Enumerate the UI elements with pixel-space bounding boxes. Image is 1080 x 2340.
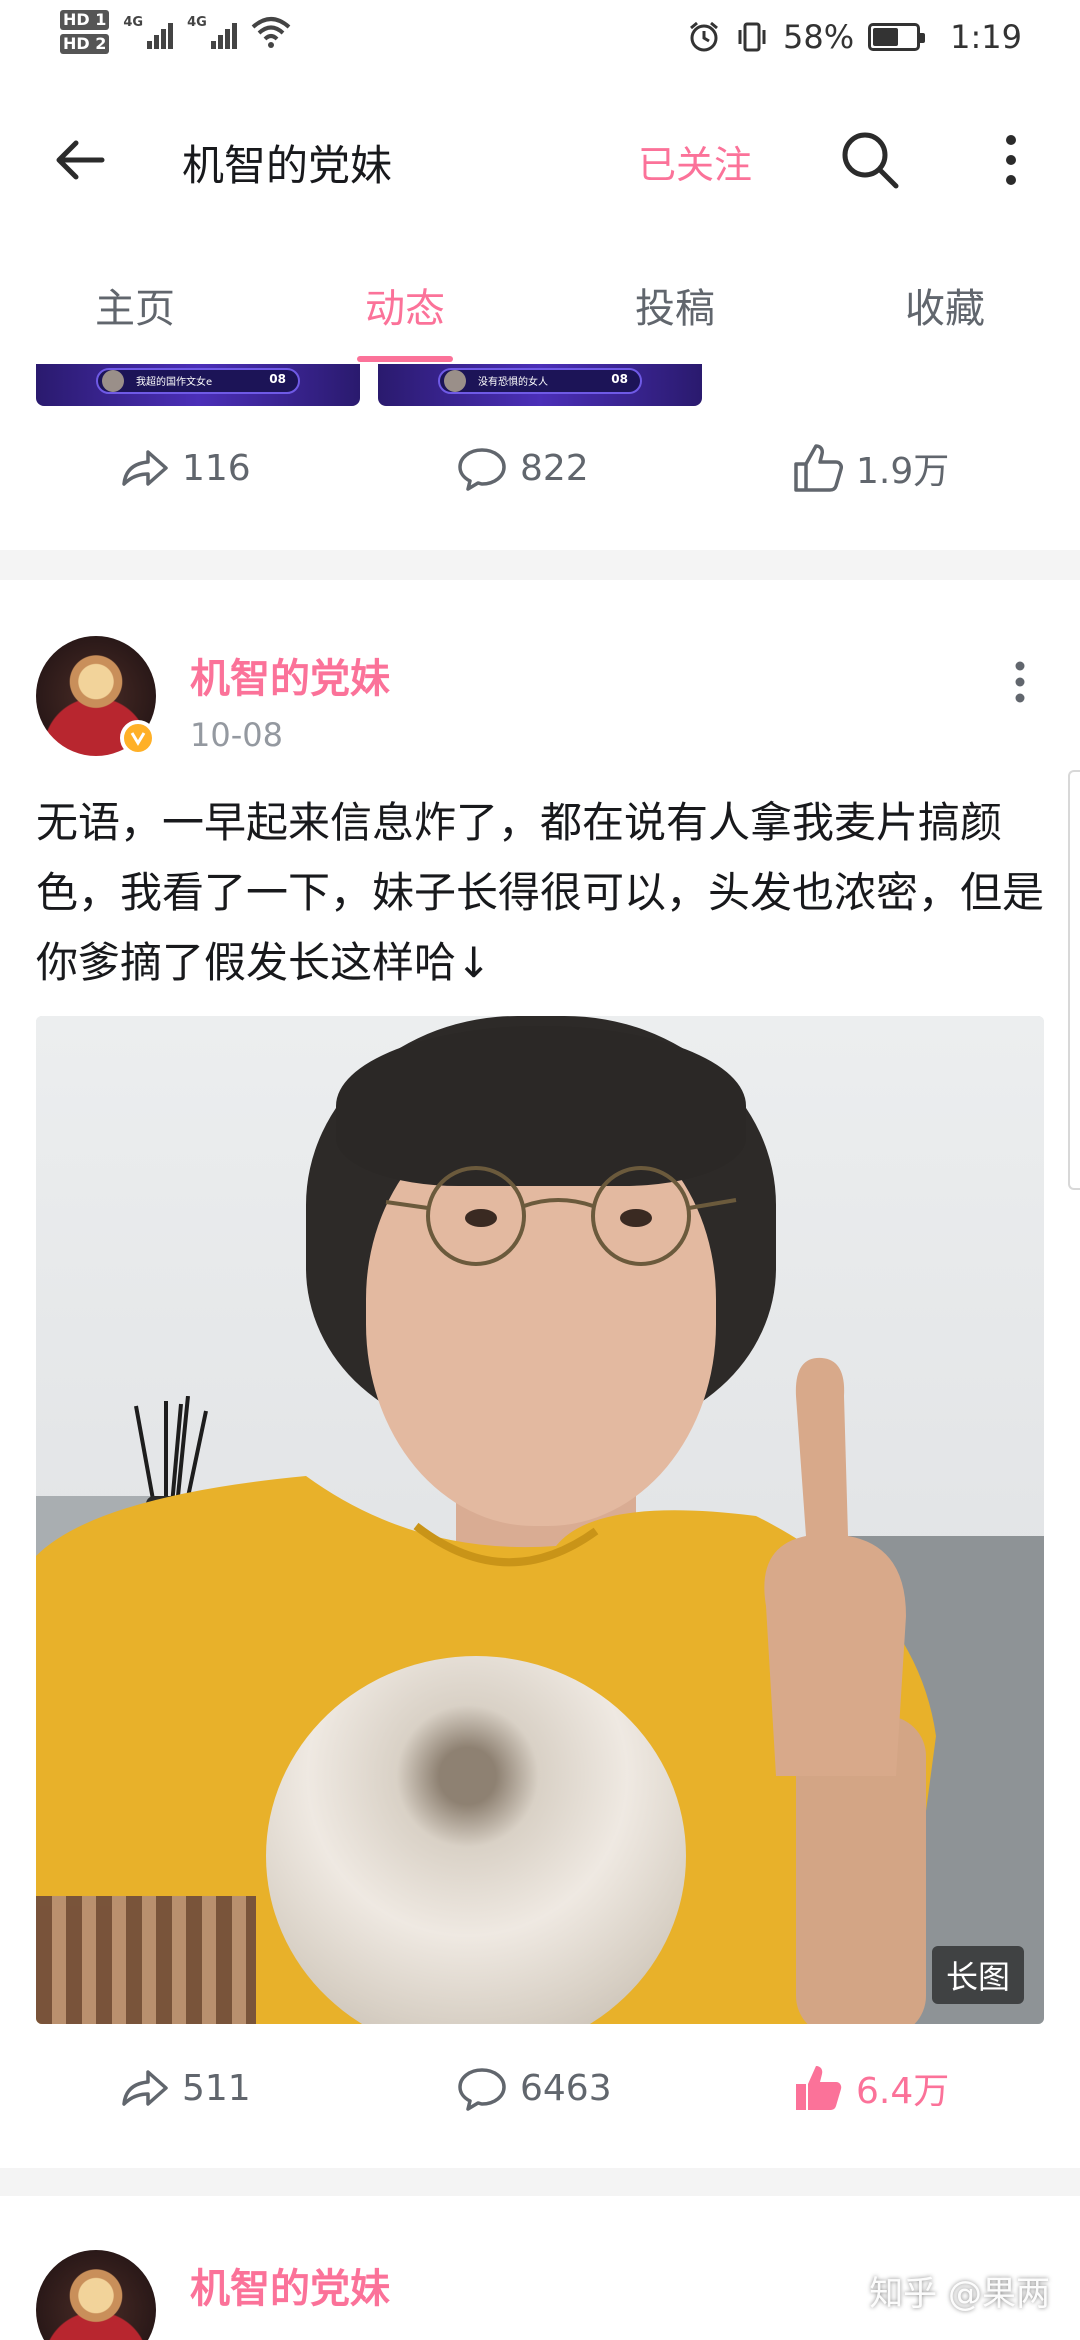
comment-button[interactable]: 822 <box>454 440 589 496</box>
scrollbar[interactable] <box>1068 770 1080 1190</box>
long-image-badge: 长图 <box>931 1946 1024 2004</box>
network-type-2: 4G <box>187 15 207 30</box>
thumb-number: 08 <box>611 372 628 386</box>
watermark: 知乎 @果两 <box>869 2274 1050 2314</box>
previous-post-images: 我超的国作文女e 08 没有恐惧的女人 08 <box>36 364 1080 1808</box>
comment-icon <box>458 2068 506 2111</box>
forward-button[interactable]: 511 <box>116 2060 251 2116</box>
wifi-icon <box>251 17 291 48</box>
like-button[interactable]: 1.9万 <box>790 440 949 496</box>
hd-indicator: HD 1 HD 2 <box>60 10 110 54</box>
more-options-icon[interactable] <box>996 130 1026 190</box>
battery-icon <box>868 23 926 51</box>
page-title: 机智的党妹 <box>182 141 393 190</box>
tab-dynamics[interactable]: 动态 <box>270 240 540 364</box>
thumb-number: 08 <box>269 372 286 386</box>
status-bar: HD 1 HD 2 4G 4G 58% 1:19 <box>0 0 1080 80</box>
thumbs-up-icon <box>794 444 843 492</box>
network-type-1: 4G <box>123 15 144 30</box>
tab-favorites[interactable]: 收藏 <box>810 240 1080 364</box>
like-count: 1.9万 <box>856 451 950 492</box>
battery-level <box>873 28 898 46</box>
vibrate-icon <box>738 22 766 52</box>
hd1-label: HD 1 <box>60 10 110 30</box>
post-actions: 511 6463 6.4万 <box>0 2060 1080 2140</box>
like-button[interactable]: 6.4万 <box>790 2060 949 2116</box>
hd2-label: HD 2 <box>60 34 110 54</box>
battery-percent: 58% <box>783 18 855 56</box>
comment-count: 6463 <box>520 2067 612 2109</box>
alarm-icon <box>690 21 718 52</box>
search-icon[interactable] <box>838 128 902 192</box>
share-arrow-icon <box>122 2070 168 2106</box>
like-count: 6.4万 <box>856 2071 950 2112</box>
tab-posts[interactable]: 投稿 <box>540 240 810 364</box>
top-bar: 机智的党妹 已关注 <box>0 80 1080 240</box>
post-date: 10-08 <box>190 716 283 754</box>
post-card[interactable]: 机智的党妹 10-08 无语，一早起来信息炸了，都在说有人拿我麦片搞颜色，我看了… <box>0 580 1080 2168</box>
forward-count: 511 <box>182 2067 251 2109</box>
verified-badge-icon <box>120 720 156 756</box>
author-name[interactable]: 机智的党妹 <box>190 646 390 704</box>
status-left: HD 1 HD 2 4G 4G <box>60 10 291 54</box>
comment-button[interactable]: 6463 <box>454 2060 612 2116</box>
post-image-thumb[interactable]: 我超的国作文女e 08 <box>36 364 360 406</box>
follow-button[interactable]: 已关注 <box>638 134 752 189</box>
back-arrow-icon[interactable] <box>50 130 110 190</box>
comment-count: 822 <box>520 447 589 489</box>
forward-count: 116 <box>182 447 251 489</box>
thumbs-up-filled-icon <box>796 2066 842 2110</box>
clock: 1:19 <box>950 18 1022 56</box>
previous-post-actions: 116 822 1.9万 <box>0 440 1080 520</box>
post-image[interactable]: 长图 <box>36 1016 1044 2024</box>
post-text: 无语，一早起来信息炸了，都在说有人拿我麦片搞颜色，我看了一下，妹子长得很可以，头… <box>36 798 1045 987</box>
signal-1-icon: 4G <box>123 15 174 49</box>
avatar[interactable] <box>36 2250 156 2340</box>
thumb-caption: 没有恐惧的女人 <box>478 377 548 388</box>
profile-tabs: 主页 动态 投稿 收藏 <box>0 240 1080 364</box>
status-right: 58% 1:19 <box>687 18 1022 56</box>
previous-post-card[interactable]: 我超的国作文女e 08 没有恐惧的女人 08 116 822 1.9万 <box>0 364 1080 1808</box>
signal-2-icon: 4G <box>187 15 237 49</box>
tab-home[interactable]: 主页 <box>0 240 270 364</box>
author-name[interactable]: 机智的党妹 <box>190 2256 390 2314</box>
post-more-icon[interactable] <box>1006 652 1034 712</box>
post-image-thumb[interactable]: 没有恐惧的女人 08 <box>378 364 702 406</box>
thumb-caption: 我超的国作文女e <box>136 377 213 388</box>
comment-icon <box>458 448 506 491</box>
share-arrow-icon <box>122 450 168 486</box>
forward-button[interactable]: 116 <box>116 440 251 496</box>
